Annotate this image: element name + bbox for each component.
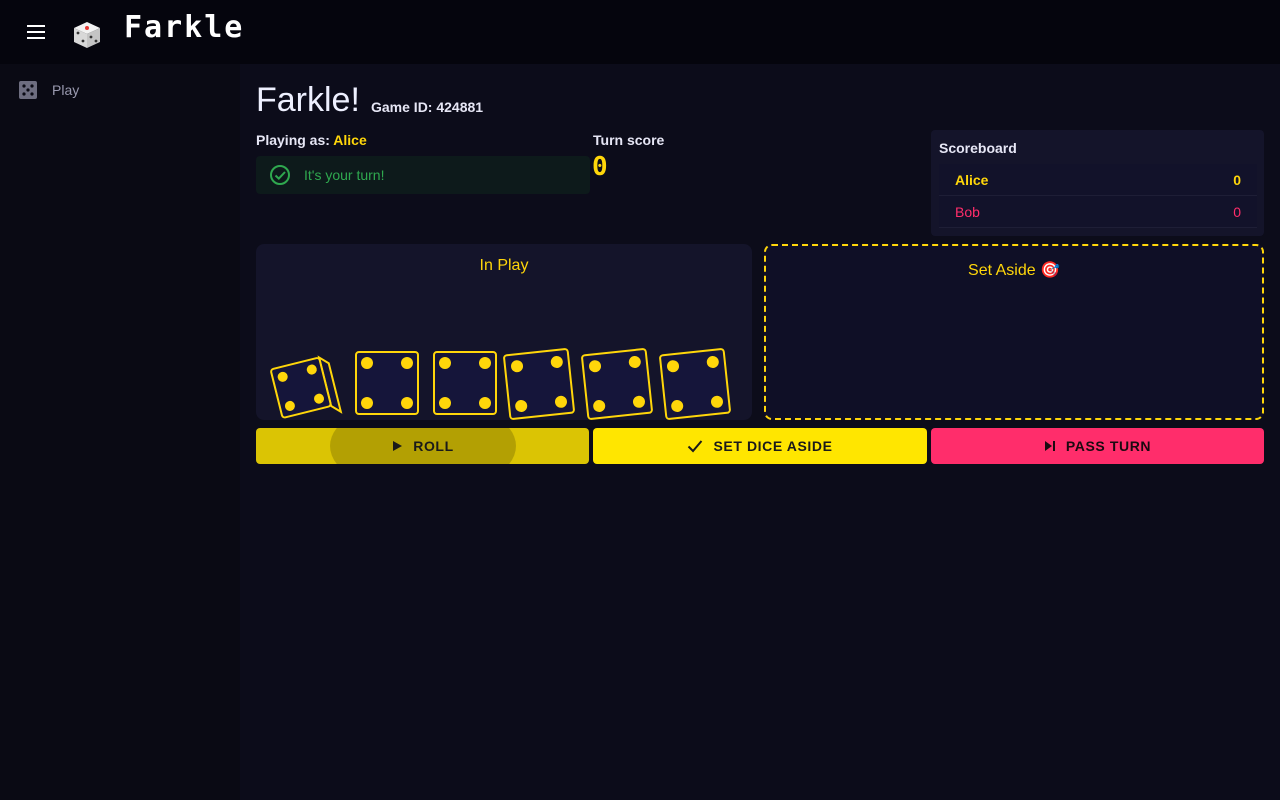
turn-status-alert: It's your turn! bbox=[256, 156, 590, 194]
set-dice-aside-button[interactable]: SET DICE ASIDE bbox=[593, 428, 927, 464]
game-id: Game ID: 424881 bbox=[371, 99, 484, 115]
score-cell: 0 bbox=[1233, 204, 1241, 220]
die[interactable] bbox=[432, 350, 498, 416]
table-row: Bob 0 bbox=[939, 196, 1257, 228]
table-row: Alice 0 bbox=[939, 164, 1257, 196]
sidebar: Play bbox=[0, 64, 240, 800]
dice-logo-icon bbox=[74, 22, 100, 48]
app-title: Farkle bbox=[124, 10, 245, 45]
play-icon bbox=[393, 441, 403, 451]
turn-score-value: 0 bbox=[592, 152, 608, 182]
sidebar-item-play[interactable]: Play bbox=[0, 70, 240, 110]
status-text: It's your turn! bbox=[304, 167, 385, 183]
page-title: Farkle! bbox=[256, 81, 360, 119]
set-aside-title: Set Aside 🎯 bbox=[968, 262, 1060, 279]
die[interactable] bbox=[658, 348, 732, 420]
set-aside-area[interactable]: Set Aside 🎯 bbox=[764, 244, 1264, 420]
check-circle-icon bbox=[270, 165, 290, 185]
sidebar-item-label: Play bbox=[52, 82, 80, 98]
skip-next-icon bbox=[1044, 441, 1055, 451]
main-content: Farkle! Game ID: 424881 Playing as: Alic… bbox=[240, 64, 1280, 800]
player-name: Alice bbox=[333, 132, 367, 148]
playing-as: Playing as: Alice bbox=[256, 132, 367, 148]
player-name-cell: Bob bbox=[955, 204, 980, 220]
scoreboard-table: Alice 0 Bob 0 bbox=[939, 164, 1257, 228]
playing-as-label: Playing as: bbox=[256, 132, 330, 148]
score-cell: 0 bbox=[1233, 172, 1241, 188]
dice-icon bbox=[19, 81, 37, 99]
scoreboard-title: Scoreboard bbox=[939, 140, 1017, 156]
roll-button[interactable]: ROLL bbox=[256, 428, 589, 464]
check-icon bbox=[688, 440, 703, 453]
pass-turn-label: PASS TURN bbox=[1065, 438, 1152, 454]
die[interactable] bbox=[580, 348, 654, 420]
in-play-area: In Play bbox=[256, 244, 752, 420]
player-name-cell: Alice bbox=[955, 172, 989, 188]
in-play-title: In Play bbox=[479, 257, 529, 274]
die[interactable] bbox=[264, 348, 348, 420]
scoreboard: Scoreboard Alice 0 Bob 0 bbox=[931, 130, 1264, 236]
roll-button-label: ROLL bbox=[413, 438, 454, 454]
app-bar: Farkle bbox=[0, 0, 1280, 64]
set-dice-aside-label: SET DICE ASIDE bbox=[713, 438, 833, 454]
die[interactable] bbox=[354, 350, 420, 416]
menu-icon[interactable] bbox=[20, 16, 52, 48]
pass-turn-button[interactable]: PASS TURN bbox=[931, 428, 1264, 464]
turn-score-label: Turn score bbox=[593, 132, 665, 148]
die[interactable] bbox=[502, 348, 576, 420]
